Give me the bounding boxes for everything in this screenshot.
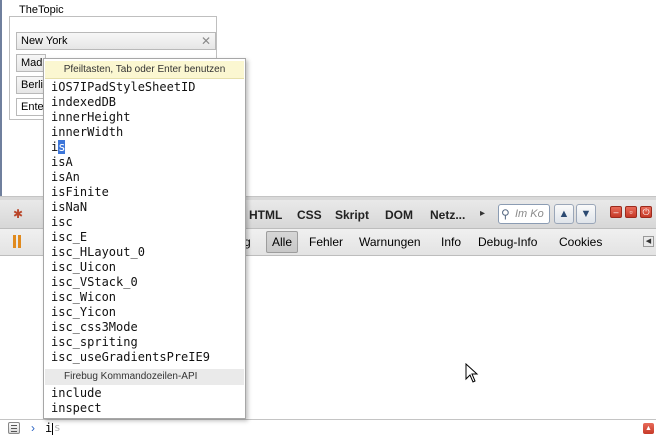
- tag-item[interactable]: Madrid: [16, 54, 46, 72]
- autocomplete-hint: Pfeiltasten, Tab oder Enter benutzen: [45, 61, 244, 79]
- tab-html[interactable]: HTML: [249, 208, 282, 222]
- autocomplete-item[interactable]: isA: [51, 155, 210, 170]
- autocomplete-item[interactable]: isc_Wicon: [51, 290, 210, 305]
- filter-all[interactable]: Alle: [266, 231, 299, 253]
- autocomplete-item[interactable]: innerHeight: [51, 110, 210, 125]
- autocomplete-item[interactable]: isc_E: [51, 230, 210, 245]
- api-item[interactable]: include: [51, 386, 102, 401]
- window-edge: [0, 0, 2, 205]
- filter-cookies[interactable]: Cookies: [559, 235, 602, 249]
- expand-icon[interactable]: ▲: [643, 423, 654, 434]
- autocomplete-item[interactable]: iOS7IPadStyleSheetID: [51, 80, 210, 95]
- tab-dom[interactable]: DOM: [385, 208, 413, 222]
- autocomplete-item[interactable]: isc_css3Mode: [51, 320, 210, 335]
- tag-item[interactable]: Berlin: [16, 76, 46, 94]
- item-prefix: is: [51, 140, 66, 154]
- chevron-down-icon: ▼: [580, 208, 592, 220]
- pause-on-error-icon[interactable]: [13, 235, 22, 248]
- tag-input[interactable]: Enter: [16, 98, 46, 116]
- search-input[interactable]: ⚲ Im Ko: [498, 204, 550, 224]
- scroll-tabs-left-icon[interactable]: ◀: [643, 236, 654, 247]
- search-next-button[interactable]: ▼: [576, 204, 596, 224]
- autocomplete-item[interactable]: isNaN: [51, 200, 210, 215]
- menu-list-icon[interactable]: [8, 422, 20, 434]
- tag-item[interactable]: New York ✕: [16, 32, 216, 50]
- fieldset-legend: TheTopic: [16, 4, 67, 16]
- detach-icon[interactable]: ▫: [625, 206, 637, 218]
- mouse-cursor-icon: [465, 363, 479, 383]
- autocomplete-item[interactable]: isc_HLayout_0: [51, 245, 210, 260]
- autocomplete-list: iOS7IPadStyleSheetID indexedDB innerHeight…: [51, 80, 210, 365]
- autocomplete-popup: Pfeiltasten, Tab oder Enter benutzen iOS…: [43, 58, 246, 419]
- tab-css[interactable]: CSS: [297, 208, 322, 222]
- filter-debug-info[interactable]: Debug-Info: [478, 235, 537, 249]
- filter-errors[interactable]: Fehler: [309, 235, 343, 249]
- autocomplete-item[interactable]: isc_spriting: [51, 335, 210, 350]
- text-caret: [52, 423, 53, 435]
- tab-script[interactable]: Skript: [335, 208, 369, 222]
- api-section-header: Firebug Kommandozeilen-API: [45, 369, 244, 385]
- more-tabs-icon[interactable]: ▸: [480, 208, 485, 219]
- autocomplete-item[interactable]: isc_Uicon: [51, 260, 210, 275]
- autocomplete-item[interactable]: innerWidth: [51, 125, 210, 140]
- search-prev-button[interactable]: ▲: [554, 204, 574, 224]
- tag-label: New York: [21, 35, 68, 47]
- autocomplete-item[interactable]: isc_Yicon: [51, 305, 210, 320]
- minimize-icon[interactable]: –: [610, 206, 622, 218]
- filter-info[interactable]: Info: [441, 235, 461, 249]
- api-item[interactable]: inspect: [51, 401, 102, 416]
- magnifier-icon: ⚲: [501, 207, 510, 221]
- search-placeholder: Im Ko: [515, 208, 544, 220]
- autocomplete-item[interactable]: indexedDB: [51, 95, 210, 110]
- autocomplete-item[interactable]: isc_VStack_0: [51, 275, 210, 290]
- completion-highlight: s: [58, 140, 66, 154]
- remove-tag-icon[interactable]: ✕: [201, 33, 211, 49]
- power-close-icon[interactable]: ⏻: [640, 206, 652, 218]
- ghost-completion: s: [54, 421, 61, 434]
- autocomplete-item[interactable]: isAn: [51, 170, 210, 185]
- api-list: include inspect: [51, 386, 102, 416]
- chevron-up-icon: ▲: [558, 208, 570, 220]
- autocomplete-item[interactable]: isFinite: [51, 185, 210, 200]
- firebug-icon[interactable]: ✱: [13, 207, 23, 221]
- prompt-chevron-icon: ›: [31, 421, 35, 435]
- autocomplete-item[interactable]: isc: [51, 215, 210, 230]
- command-line[interactable]: › i s ▲: [0, 419, 656, 437]
- filter-warnings[interactable]: Warnungen: [359, 235, 421, 249]
- autocomplete-item-selected[interactable]: is: [51, 140, 210, 155]
- tab-net[interactable]: Netz...: [430, 208, 465, 222]
- autocomplete-item[interactable]: isc_useGradientsPreIE9: [51, 350, 210, 365]
